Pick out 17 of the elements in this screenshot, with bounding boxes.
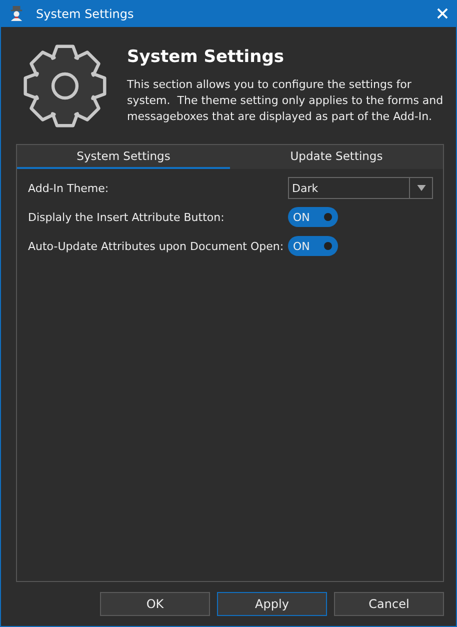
section-description: This section allows you to configure the settings for system. The theme setting only applies to the forms and messageboxes that are displayed as part of the Add-In. — [127, 76, 444, 124]
dialog-button[interactable]: Cancel — [334, 592, 444, 616]
toggle-switch[interactable]: ON — [288, 207, 338, 227]
theme-dropdown[interactable]: Dark — [288, 177, 433, 199]
caret-icon — [416, 185, 426, 191]
setting-label: Add-In Theme: — [28, 182, 109, 194]
window-title: System Settings — [36, 6, 135, 20]
snowman-icon — [9, 6, 24, 21]
toggle-switch[interactable]: ON — [288, 236, 338, 256]
section-title: System Settings — [127, 46, 285, 66]
dialog-button[interactable]: Apply — [217, 592, 327, 616]
tab[interactable]: Update Settings — [230, 145, 443, 169]
close-icon[interactable] — [437, 8, 448, 19]
dialog-button[interactable]: OK — [100, 592, 210, 616]
tab[interactable]: System Settings — [17, 145, 230, 169]
setting-label: Auto-Update Attributes upon Document Open: — [28, 240, 284, 252]
setting-label: Displaly the Insert Attribute Button: — [28, 210, 224, 224]
